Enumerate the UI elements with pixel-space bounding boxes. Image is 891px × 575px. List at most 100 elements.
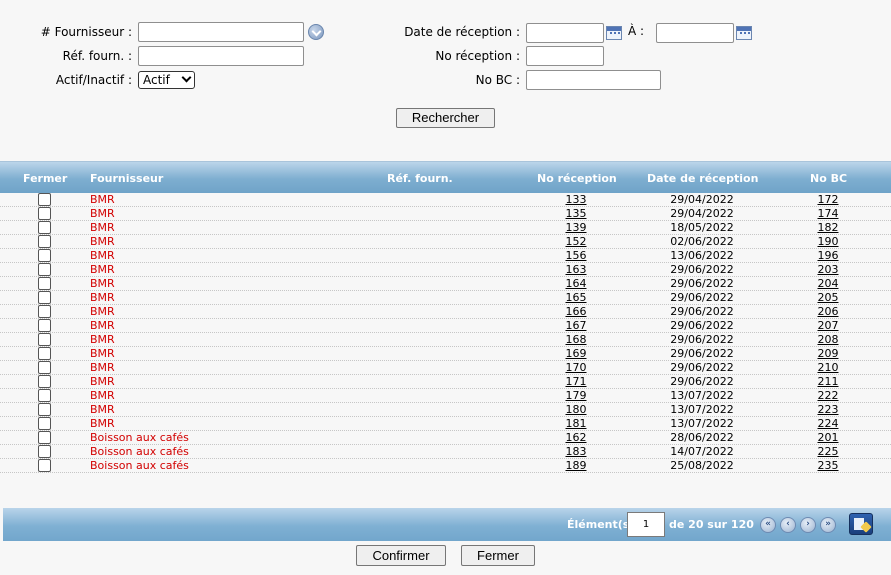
first-page-icon[interactable]: « bbox=[760, 517, 776, 533]
reception-link[interactable]: 167 bbox=[540, 319, 612, 332]
close-checkbox[interactable] bbox=[38, 417, 51, 430]
po-link[interactable]: 222 bbox=[792, 389, 864, 402]
po-link[interactable]: 235 bbox=[792, 459, 864, 472]
po-label: No BC : bbox=[475, 73, 520, 87]
confirm-button[interactable]: Confirmer bbox=[356, 545, 446, 566]
close-checkbox[interactable] bbox=[38, 249, 51, 262]
reception-date-to-input[interactable] bbox=[656, 23, 734, 43]
po-link[interactable]: 225 bbox=[792, 445, 864, 458]
table-row: BMR 165 29/06/2022 205 bbox=[0, 291, 891, 305]
po-link[interactable]: 196 bbox=[792, 249, 864, 262]
last-page-icon[interactable]: » bbox=[820, 517, 836, 533]
table-row: BMR 169 29/06/2022 209 bbox=[0, 347, 891, 361]
table-row: BMR 171 29/06/2022 211 bbox=[0, 375, 891, 389]
reception-link[interactable]: 152 bbox=[540, 235, 612, 248]
reception-link[interactable]: 181 bbox=[540, 417, 612, 430]
reception-link[interactable]: 166 bbox=[540, 305, 612, 318]
po-link[interactable]: 203 bbox=[792, 263, 864, 276]
reception-link[interactable]: 168 bbox=[540, 333, 612, 346]
reception-link[interactable]: 183 bbox=[540, 445, 612, 458]
reception-link[interactable]: 179 bbox=[540, 389, 612, 402]
col-supplier-ref[interactable]: Réf. fourn. bbox=[387, 172, 453, 185]
calendar-icon[interactable] bbox=[736, 26, 752, 40]
close-checkbox[interactable] bbox=[38, 347, 51, 360]
export-icon[interactable] bbox=[849, 513, 873, 535]
supplier-cell: BMR bbox=[90, 389, 115, 402]
reception-date-cell: 29/06/2022 bbox=[670, 263, 734, 276]
close-checkbox[interactable] bbox=[38, 193, 51, 206]
search-button[interactable]: Rechercher bbox=[396, 108, 495, 128]
reception-link[interactable]: 162 bbox=[540, 431, 612, 444]
po-link[interactable]: 209 bbox=[792, 347, 864, 360]
page-input[interactable]: 1 bbox=[627, 512, 665, 537]
po-link[interactable]: 207 bbox=[792, 319, 864, 332]
po-link[interactable]: 210 bbox=[792, 361, 864, 374]
po-link[interactable]: 204 bbox=[792, 277, 864, 290]
po-link[interactable]: 190 bbox=[792, 235, 864, 248]
po-link[interactable]: 211 bbox=[792, 375, 864, 388]
col-reception-no[interactable]: No réception bbox=[537, 172, 617, 185]
reception-date-from-input[interactable] bbox=[526, 23, 604, 43]
chevron-down-icon[interactable] bbox=[308, 24, 324, 40]
col-reception-date[interactable]: Date de réception bbox=[647, 172, 758, 185]
table-row: BMR 156 13/06/2022 196 bbox=[0, 249, 891, 263]
close-checkbox[interactable] bbox=[38, 305, 51, 318]
reception-link[interactable]: 165 bbox=[540, 291, 612, 304]
close-checkbox[interactable] bbox=[38, 431, 51, 444]
po-link[interactable]: 208 bbox=[792, 333, 864, 346]
reception-link[interactable]: 169 bbox=[540, 347, 612, 360]
po-link[interactable]: 224 bbox=[792, 417, 864, 430]
close-checkbox[interactable] bbox=[38, 389, 51, 402]
reception-link[interactable]: 170 bbox=[540, 361, 612, 374]
po-link[interactable]: 201 bbox=[792, 431, 864, 444]
close-checkbox[interactable] bbox=[38, 445, 51, 458]
po-link[interactable]: 223 bbox=[792, 403, 864, 416]
table-row: BMR 135 29/04/2022 174 bbox=[0, 207, 891, 221]
close-checkbox[interactable] bbox=[38, 403, 51, 416]
reception-link[interactable]: 133 bbox=[540, 193, 612, 206]
reception-link[interactable]: 139 bbox=[540, 221, 612, 234]
close-checkbox[interactable] bbox=[38, 361, 51, 374]
reception-link[interactable]: 164 bbox=[540, 277, 612, 290]
close-checkbox[interactable] bbox=[38, 375, 51, 388]
table-row: BMR 180 13/07/2022 223 bbox=[0, 403, 891, 417]
reception-link[interactable]: 156 bbox=[540, 249, 612, 262]
close-checkbox[interactable] bbox=[38, 333, 51, 346]
close-button[interactable]: Fermer bbox=[461, 545, 535, 566]
prev-page-icon[interactable]: ‹ bbox=[780, 517, 796, 533]
po-link[interactable]: 205 bbox=[792, 291, 864, 304]
col-close[interactable]: Fermer bbox=[23, 172, 67, 185]
reception-date-cell: 29/06/2022 bbox=[670, 347, 734, 360]
reception-date-cell: 29/06/2022 bbox=[670, 361, 734, 374]
close-checkbox[interactable] bbox=[38, 263, 51, 276]
supplier-cell: BMR bbox=[90, 417, 115, 430]
col-supplier[interactable]: Fournisseur bbox=[90, 172, 163, 185]
po-link[interactable]: 182 bbox=[792, 221, 864, 234]
close-checkbox[interactable] bbox=[38, 277, 51, 290]
po-link[interactable]: 172 bbox=[792, 193, 864, 206]
reception-link[interactable]: 163 bbox=[540, 263, 612, 276]
supplier-input[interactable] bbox=[138, 22, 304, 42]
table-row: BMR 181 13/07/2022 224 bbox=[0, 417, 891, 431]
supplier-ref-input[interactable] bbox=[138, 46, 304, 66]
close-checkbox[interactable] bbox=[38, 235, 51, 248]
close-checkbox[interactable] bbox=[38, 459, 51, 472]
close-checkbox[interactable] bbox=[38, 221, 51, 234]
reception-link[interactable]: 135 bbox=[540, 207, 612, 220]
reception-link[interactable]: 189 bbox=[540, 459, 612, 472]
active-select[interactable]: Actif bbox=[138, 71, 195, 89]
calendar-icon[interactable] bbox=[606, 26, 622, 40]
supplier-cell: BMR bbox=[90, 249, 115, 262]
reception-date-cell: 28/06/2022 bbox=[670, 431, 734, 444]
col-po-no[interactable]: No BC bbox=[810, 172, 847, 185]
po-link[interactable]: 206 bbox=[792, 305, 864, 318]
reception-link[interactable]: 180 bbox=[540, 403, 612, 416]
close-checkbox[interactable] bbox=[38, 319, 51, 332]
next-page-icon[interactable]: › bbox=[800, 517, 816, 533]
close-checkbox[interactable] bbox=[38, 291, 51, 304]
po-link[interactable]: 174 bbox=[792, 207, 864, 220]
reception-no-input[interactable] bbox=[526, 46, 604, 66]
po-input[interactable] bbox=[526, 70, 661, 90]
reception-link[interactable]: 171 bbox=[540, 375, 612, 388]
close-checkbox[interactable] bbox=[38, 207, 51, 220]
